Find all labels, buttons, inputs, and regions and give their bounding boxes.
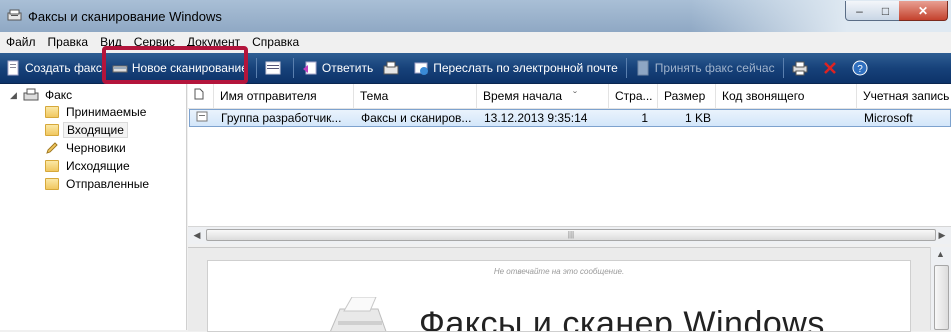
new-scan-highlight bbox=[102, 46, 248, 84]
sort-desc-icon: ˇ bbox=[573, 89, 577, 103]
receive-fax-icon bbox=[637, 60, 649, 76]
column-start-time-label: Время начала bbox=[483, 89, 563, 103]
column-start-time-header[interactable]: Время начала ˇ bbox=[477, 84, 609, 108]
cell-start-time: 13.12.2013 9:35:14 bbox=[484, 111, 588, 125]
receive-fax-now-label: Принять факс сейчас bbox=[654, 61, 775, 75]
cell-subject: Факсы и сканиров... bbox=[361, 111, 472, 125]
close-button[interactable]: ✕ bbox=[899, 1, 948, 21]
cell-pages: 1 bbox=[641, 111, 648, 125]
view-toggle-button[interactable] bbox=[260, 55, 290, 81]
folder-tree: ◢ Факс Принимаемые Входящие Черновики Ис… bbox=[0, 84, 187, 330]
toolbar-separator bbox=[255, 58, 257, 78]
preview-note: Не отвечайте на это сообщение. bbox=[493, 267, 625, 276]
create-fax-label: Создать факс bbox=[25, 61, 102, 75]
fax-app-icon bbox=[7, 9, 22, 21]
vertical-scrollbar[interactable]: ▲ bbox=[930, 247, 951, 330]
reply-label: Ответить bbox=[321, 61, 374, 75]
delete-button[interactable] bbox=[817, 55, 847, 81]
tree-item-outbox[interactable]: Исходящие bbox=[45, 157, 133, 175]
new-fax-icon bbox=[7, 60, 19, 76]
menu-edit[interactable]: Правка bbox=[42, 32, 95, 52]
fax-machine-icon bbox=[23, 88, 39, 101]
help-icon: ? bbox=[852, 60, 868, 76]
scroll-left-arrow-icon[interactable]: ◀ bbox=[189, 228, 205, 243]
vertical-scroll-thumb[interactable] bbox=[934, 265, 949, 330]
fax-item-icon bbox=[192, 110, 216, 126]
folder-icon bbox=[45, 160, 59, 172]
column-caller-id-header[interactable]: Код звонящего bbox=[716, 84, 857, 108]
menu-file[interactable]: Файл bbox=[0, 32, 42, 52]
maximize-button[interactable]: □ bbox=[872, 1, 900, 21]
reply-icon bbox=[302, 61, 317, 75]
column-account-header[interactable]: Учетная запись bbox=[857, 84, 951, 108]
horizontal-scroll-thumb[interactable]: ||| bbox=[206, 229, 936, 241]
toolbar-separator bbox=[292, 58, 294, 78]
column-size-header[interactable]: Размер bbox=[658, 84, 716, 108]
tree-item-drafts[interactable]: Черновики bbox=[45, 139, 129, 157]
forward-email-button[interactable]: Переслать по электронной почте bbox=[408, 55, 623, 81]
column-type-header[interactable] bbox=[188, 84, 214, 108]
print-button[interactable] bbox=[787, 55, 817, 81]
horizontal-scrollbar[interactable]: ◀ ||| ▶ bbox=[188, 226, 951, 244]
tree-item-label: Отправленные bbox=[66, 177, 150, 191]
window-title: Факсы и сканирование Windows bbox=[28, 9, 222, 24]
preview-pane-icon bbox=[265, 61, 281, 75]
tree-item-receiving[interactable]: Принимаемые bbox=[45, 103, 149, 121]
column-sender-header[interactable]: Имя отправителя bbox=[214, 84, 354, 108]
reply-button[interactable]: Ответить bbox=[297, 55, 378, 81]
list-header: Имя отправителя Тема Время начала ˇ Стра… bbox=[188, 84, 951, 109]
tree-item-inbox[interactable]: Входящие bbox=[45, 121, 128, 139]
tree-item-label: Входящие bbox=[63, 122, 128, 138]
fax-scanner-illustration bbox=[330, 297, 387, 331]
message-list: Имя отправителя Тема Время начала ˇ Стра… bbox=[188, 84, 951, 244]
folder-icon bbox=[45, 106, 59, 118]
cell-sender: Группа разработчик... bbox=[221, 111, 342, 125]
cell-size: 1 KB bbox=[684, 111, 711, 125]
collapse-arrow-icon[interactable]: ◢ bbox=[10, 90, 19, 100]
scroll-up-arrow-icon[interactable]: ▲ bbox=[936, 249, 945, 259]
preview-heading: Факсы и сканер Windows bbox=[419, 305, 825, 332]
tree-item-label: Исходящие bbox=[66, 159, 130, 173]
tree-item-label: Черновики bbox=[66, 141, 126, 155]
printer-icon bbox=[792, 61, 808, 76]
forward-fax-button[interactable] bbox=[378, 55, 408, 81]
scroll-right-arrow-icon[interactable]: ▶ bbox=[934, 228, 950, 243]
email-forward-icon bbox=[414, 62, 429, 75]
receive-fax-now-button[interactable]: Принять факс сейчас bbox=[630, 55, 780, 81]
pencil-icon bbox=[46, 142, 58, 154]
table-row[interactable]: Группа разработчик... Факсы и сканиров..… bbox=[189, 109, 951, 127]
toolbar-separator bbox=[782, 58, 784, 78]
menu-help[interactable]: Справка bbox=[246, 32, 305, 52]
cell-caller-id bbox=[717, 110, 858, 126]
tree-item-sent[interactable]: Отправленные bbox=[45, 175, 152, 193]
folder-icon bbox=[45, 124, 59, 136]
delete-x-icon bbox=[823, 62, 836, 74]
minimize-button[interactable]: – bbox=[845, 1, 874, 21]
document-icon bbox=[194, 88, 204, 100]
preview-document: Не отвечайте на это сообщение. Факсы и с… bbox=[207, 260, 911, 332]
column-subject-header[interactable]: Тема bbox=[354, 84, 477, 108]
tree-root-fax[interactable]: ◢ Факс bbox=[10, 86, 75, 104]
svg-text:?: ? bbox=[857, 64, 863, 75]
create-fax-button[interactable]: Создать факс bbox=[0, 55, 107, 81]
fax-machine-icon bbox=[383, 61, 399, 75]
cell-account: Microsoft bbox=[864, 111, 913, 125]
folder-icon bbox=[45, 178, 59, 190]
help-button[interactable]: ? bbox=[847, 55, 877, 81]
toolbar-separator bbox=[625, 58, 627, 78]
column-pages-header[interactable]: Стра... bbox=[609, 84, 658, 108]
tree-root-label: Факс bbox=[45, 88, 73, 102]
tree-item-label: Принимаемые bbox=[66, 105, 147, 119]
forward-email-label: Переслать по электронной почте bbox=[433, 61, 618, 75]
